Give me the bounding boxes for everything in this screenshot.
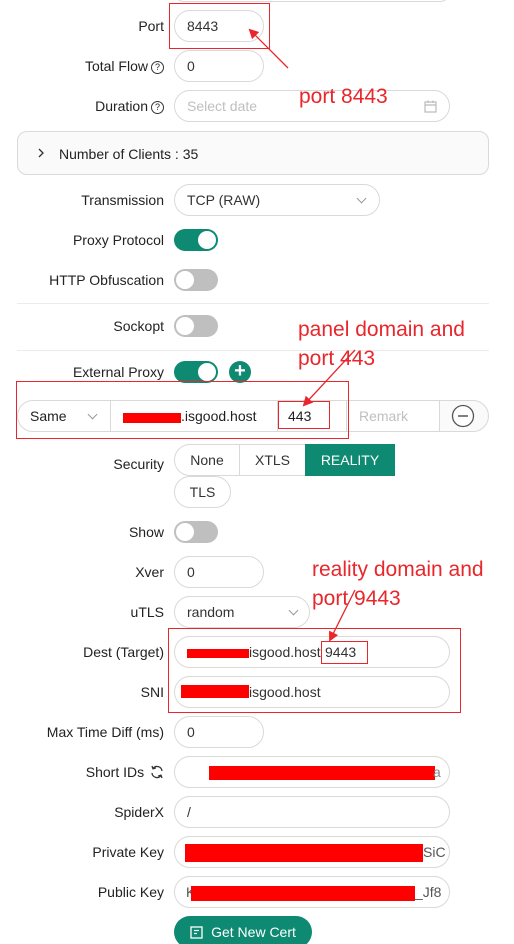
help-icon[interactable]: ? [151,101,164,114]
help-icon[interactable]: ? [151,61,164,74]
sockopt-label: Sockopt [113,318,164,334]
max-time-diff-label: Max Time Diff (ms) [46,724,164,740]
http-obfuscation-label: HTTP Obfuscation [49,272,164,288]
duration-label: Duration? [95,98,164,114]
max-time-diff-input[interactable]: 0 [174,716,264,748]
utls-select[interactable]: random [174,596,310,628]
chevron-right-icon [38,148,44,158]
spiderx-input[interactable]: / [174,796,450,828]
external-proxy-port-highlight-box [278,401,330,429]
divider [17,350,489,351]
add-proxy-button[interactable]: + [229,361,251,383]
security-option-tls[interactable]: TLS [174,476,231,508]
spiderx-label: SpiderX [114,804,164,820]
total-flow-label: Total Flow? [85,58,164,74]
proxy-protocol-label: Proxy Protocol [72,232,164,248]
private-key-label: Private Key [92,844,164,860]
sni-label: SNI [140,684,164,700]
get-new-cert-label: Get New Cert [211,924,296,940]
get-new-cert-button[interactable]: Get New Cert [174,916,312,944]
calendar-icon [424,100,437,113]
security-label: Security [113,456,164,472]
redacted-short-ids [209,766,435,780]
external-proxy-remark-placeholder: Remark [359,408,409,424]
top-cutoff-field[interactable] [174,0,450,2]
external-proxy-remark-input[interactable]: Remark [346,400,440,432]
sockopt-switch[interactable] [174,315,218,337]
chevron-down-icon [288,605,299,616]
clients-label: Number of Clients : 35 [59,146,199,162]
xver-label: Xver [135,564,164,580]
annotation-reality-line1: reality domain and [312,558,484,581]
chevron-down-icon [356,193,367,204]
utls-label: uTLS [130,604,164,620]
security-option-reality[interactable]: REALITY [305,444,395,476]
short-ids-label: Short IDs [86,764,164,780]
private-key-tail: SiC [423,844,446,860]
security-option-none[interactable]: None [174,444,240,476]
http-obfuscation-switch[interactable] [174,269,218,291]
dest-label: Dest (Target) [83,644,164,660]
proxy-protocol-switch[interactable] [174,229,218,251]
private-key-input[interactable]: SiC [174,836,450,868]
show-switch[interactable] [174,521,218,543]
total-flow-input[interactable]: 0 [174,50,264,82]
public-key-input[interactable]: K _Jf8 [174,876,450,908]
divider [17,303,489,304]
reality-highlight-box [168,628,461,713]
annotation-panel-line2: port 443 [298,347,376,370]
external-proxy-label: External Proxy [72,364,164,380]
utls-value: random [187,604,235,620]
duration-placeholder: Select date [187,98,258,114]
transmission-value: TCP (RAW) [187,192,261,208]
port-highlight-box [169,3,270,49]
annotation-panel-line1: panel domain and [298,318,465,341]
annotation-reality-line2: port 9443 [312,587,401,610]
short-ids-input[interactable]: a [174,756,450,788]
transmission-select[interactable]: TCP (RAW) [174,184,380,216]
annotation-port: port 8443 [299,85,388,108]
redacted-public-key [191,886,415,901]
short-ids-tail: a [433,764,441,780]
public-key-tail: _Jf8 [415,884,442,900]
minus-circle-icon[interactable] [451,404,475,428]
certificate-icon [190,925,203,939]
xver-input[interactable]: 0 [174,556,264,588]
show-label: Show [128,524,164,540]
transmission-label: Transmission [81,192,164,208]
security-option-xtls[interactable]: XTLS [239,444,306,476]
refresh-icon[interactable] [150,765,164,779]
redacted-private-key [185,844,423,862]
remove-proxy-button-wrap [439,400,489,432]
port-label: Port [138,18,164,34]
public-key-label: Public Key [97,884,164,900]
clients-collapse[interactable]: Number of Clients : 35 [17,131,489,175]
external-proxy-switch[interactable] [174,361,218,383]
